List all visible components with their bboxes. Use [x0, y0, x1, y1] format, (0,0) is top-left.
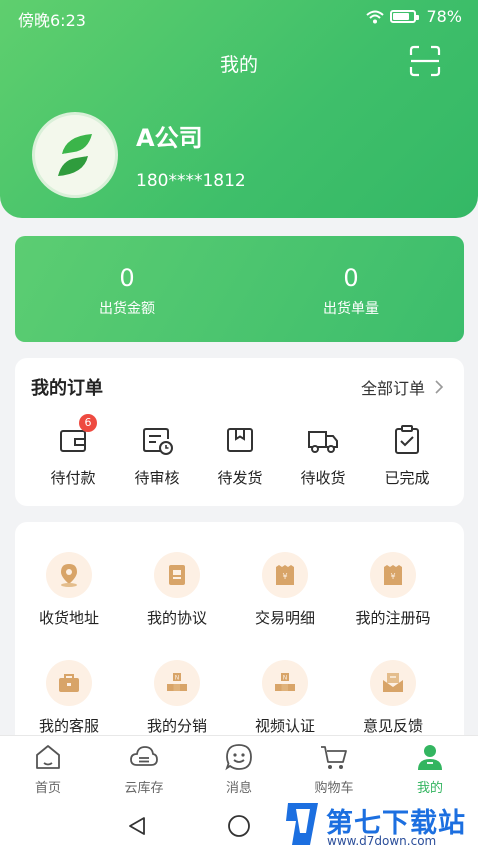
shipment-stats-card: 0 出货金额 0 出货单量	[15, 236, 464, 342]
chevron-right-icon	[435, 380, 444, 394]
tool-my-distribution[interactable]: N 我的分销	[123, 660, 231, 736]
tool-label: 我的协议	[146, 609, 207, 627]
message-icon	[225, 744, 252, 771]
stat-value: 0	[343, 264, 359, 292]
svg-text:N: N	[283, 675, 288, 682]
svg-text:¥: ¥	[282, 572, 287, 581]
distribution-icon: N	[167, 673, 187, 691]
tool-transaction-details[interactable]: ¥ 交易明细	[231, 552, 339, 628]
page-title: 我的	[219, 54, 258, 76]
tool-my-agreements[interactable]: 我的协议	[123, 552, 231, 628]
order-status-label: 待审核	[134, 469, 180, 487]
home-circle-icon[interactable]	[227, 814, 251, 838]
tool-label: 交易明细	[254, 609, 315, 627]
avatar[interactable]	[32, 112, 118, 198]
stat-shipment-amount[interactable]: 0 出货金额	[15, 236, 239, 318]
view-all-orders-label: 全部订单	[360, 379, 425, 398]
document-icon	[169, 565, 185, 585]
stat-label: 出货金额	[99, 301, 155, 317]
stat-shipment-count[interactable]: 0 出货单量	[239, 236, 463, 318]
bottom-tab-bar: 首页 云库存 消息 购物车 我的	[0, 735, 478, 805]
receipt-icon: ¥	[384, 565, 402, 585]
phone-number: 180****1812	[136, 171, 246, 191]
site-watermark: 第七下载站 www.d7down.com	[282, 797, 478, 850]
orders-title: 我的订单	[31, 378, 103, 399]
tab-label: 我的	[416, 781, 443, 796]
cart-icon	[321, 746, 347, 769]
tool-my-registration-code[interactable]: ¥ 我的注册码	[339, 552, 447, 628]
tool-feedback[interactable]: 意见反馈	[339, 660, 447, 736]
tab-home[interactable]: 首页	[0, 742, 96, 796]
order-status-pending-receipt[interactable]: 待收货	[281, 422, 365, 488]
tab-label: 消息	[225, 781, 252, 796]
tab-label: 云库存	[124, 781, 164, 796]
tool-video-verification[interactable]: N 视频认证	[231, 660, 339, 736]
tool-label: 收货地址	[38, 609, 99, 627]
tool-shipping-address[interactable]: 收货地址	[15, 552, 123, 628]
back-icon[interactable]	[126, 815, 148, 837]
svg-text:N: N	[175, 675, 180, 682]
briefcase-icon	[59, 674, 79, 692]
tab-cart[interactable]: 购物车	[286, 742, 382, 796]
status-time: 傍晚6:23	[18, 11, 86, 30]
receipt-icon: ¥	[276, 565, 294, 585]
company-name: A公司	[136, 124, 203, 152]
location-pin-icon	[61, 564, 77, 587]
tab-cloud-inventory[interactable]: 云库存	[96, 742, 192, 796]
clipboard-check-icon	[395, 425, 419, 454]
scan-icon	[409, 45, 441, 77]
stat-value: 0	[119, 264, 135, 292]
tab-messages[interactable]: 消息	[191, 742, 287, 796]
truck-icon	[308, 431, 338, 453]
order-status-label: 已完成	[384, 469, 430, 487]
distribution-icon: N	[275, 673, 295, 691]
tab-label: 购物车	[314, 781, 354, 796]
scan-button[interactable]	[408, 44, 442, 78]
tool-label: 视频认证	[254, 717, 315, 735]
watermark-url: www.d7down.com	[327, 834, 437, 848]
tab-mine[interactable]: 我的	[382, 742, 478, 796]
box-icon	[227, 428, 253, 452]
stat-label: 出货单量	[323, 301, 379, 317]
calendar-clock-icon	[143, 428, 173, 455]
orders-card: 我的订单 全部订单 6 待付款 待审核 待发货 待收货 已完成	[15, 358, 464, 506]
home-icon	[36, 745, 60, 769]
watermark-logo-icon	[286, 803, 318, 845]
battery-level: 78%	[426, 7, 462, 26]
cloud-icon	[130, 746, 158, 766]
view-all-orders-link[interactable]: 全部订单	[361, 375, 444, 399]
status-indicators: 78%	[366, 7, 462, 26]
user-icon	[418, 745, 442, 770]
company-logo-icon	[58, 134, 92, 176]
battery-icon	[390, 10, 420, 23]
tool-label: 意见反馈	[362, 717, 423, 735]
tool-label: 我的客服	[38, 717, 99, 735]
order-status-label: 待付款	[50, 469, 96, 487]
tool-label: 我的注册码	[355, 609, 431, 627]
profile-header: 傍晚6:23 78% 我的 A公司 180****1812	[0, 0, 478, 218]
tab-label: 首页	[34, 781, 61, 796]
order-status-label: 待收货	[300, 469, 346, 487]
order-status-pending-review[interactable]: 待审核	[115, 422, 199, 488]
tool-label: 我的分销	[146, 717, 207, 735]
tool-customer-service[interactable]: 我的客服	[15, 660, 123, 736]
order-status-pending-shipment[interactable]: 待发货	[198, 422, 282, 488]
svg-text:¥: ¥	[390, 572, 395, 581]
feedback-mail-icon	[383, 673, 403, 692]
order-status-pending-payment[interactable]: 6 待付款	[31, 414, 115, 488]
wifi-icon	[366, 10, 385, 23]
order-status-completed[interactable]: 已完成	[365, 422, 449, 488]
status-bar: 傍晚6:23 78%	[0, 0, 478, 34]
order-count-badge: 6	[79, 414, 97, 432]
order-status-label: 待发货	[217, 469, 263, 487]
